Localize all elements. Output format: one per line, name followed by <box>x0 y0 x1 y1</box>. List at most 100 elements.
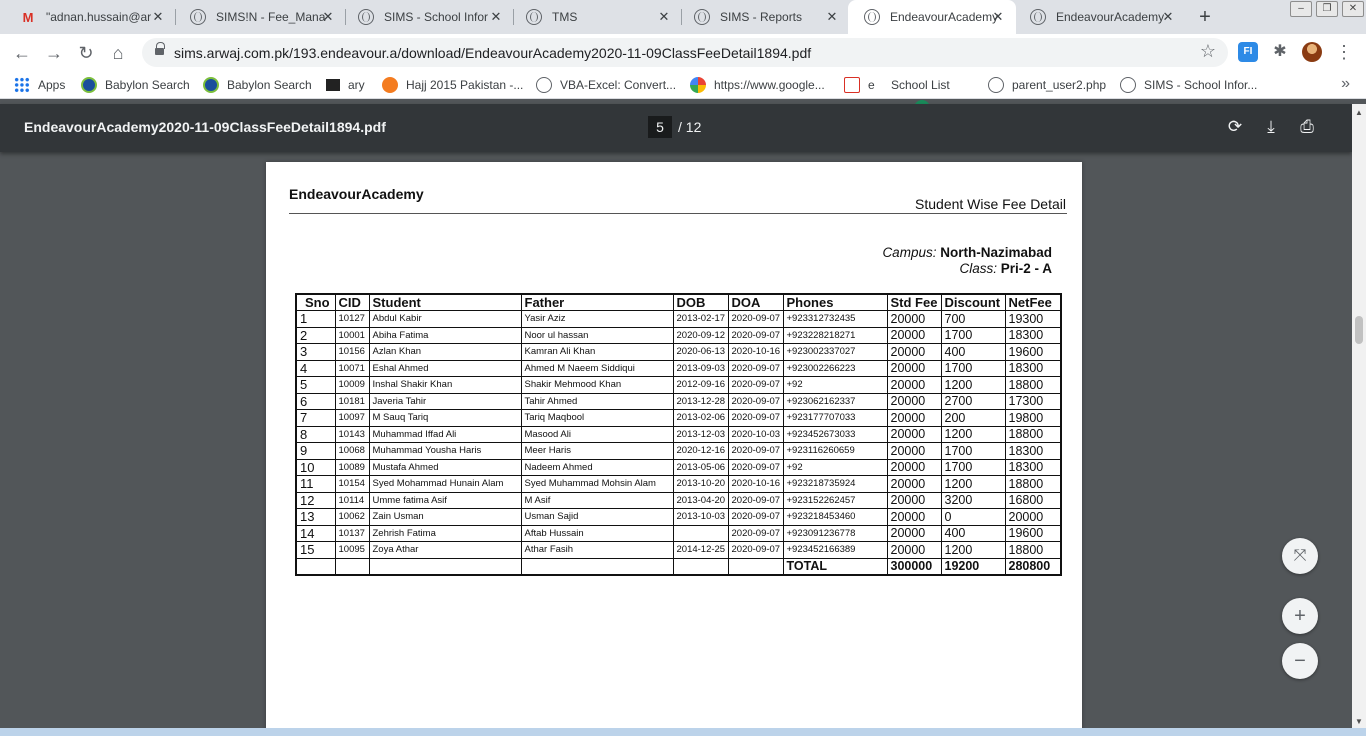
lock-icon[interactable] <box>155 42 165 56</box>
extension-fi-icon[interactable]: FI <box>1238 42 1258 62</box>
total-net-fee: 280800 <box>1004 557 1062 576</box>
profile-avatar[interactable] <box>1302 42 1322 62</box>
zoom-in-button[interactable]: + <box>1282 598 1318 634</box>
table-row: 10 10089 Mustafa Ahmed Nadeem Ahmed 2013-05-… <box>295 458 1062 476</box>
dob-cell: 2013-10-03 <box>672 508 729 526</box>
bookmark-label: ary <box>348 78 365 92</box>
tab-gmail[interactable]: M "adnan.hussain@ar ✕ <box>4 0 176 34</box>
bookmark-school-list[interactable]: School List <box>891 76 950 116</box>
bookmark-babylon-2[interactable]: Babylon Search <box>203 76 312 94</box>
tab-close-icon[interactable]: ✕ <box>1160 9 1176 25</box>
tab-close-icon[interactable]: ✕ <box>824 9 840 25</box>
rotate-icon[interactable]: ⟳ <box>1225 117 1245 137</box>
discount-cell: 1700 <box>940 326 1006 344</box>
address-bar[interactable]: sims.arwaj.com.pk/193.endeavour.a/downlo… <box>142 38 1228 67</box>
bookmarks-overflow-icon[interactable]: » <box>1341 75 1350 93</box>
bookmark-parent-user[interactable]: parent_user2.php <box>988 76 1106 94</box>
babylon-icon <box>81 77 97 93</box>
tv-icon <box>326 79 340 91</box>
discount-cell: 1200 <box>940 475 1006 493</box>
tab-sims-fee[interactable]: SIMS!N - Fee_Mana ✕ <box>174 0 346 34</box>
table-row: 2 10001 Abiha Fatima Noor ul hassan 2020-09-… <box>295 326 1062 344</box>
bookmark-google[interactable]: https://www.google... <box>690 76 825 94</box>
gmail-icon: M <box>22 9 34 25</box>
discount-cell: 1700 <box>940 359 1006 377</box>
forward-button[interactable]: → <box>40 39 68 67</box>
bookmark-vba[interactable]: VBA-Excel: Convert... <box>536 76 676 94</box>
tab-tms[interactable]: TMS ✕ <box>510 0 682 34</box>
tab-close-icon[interactable]: ✕ <box>150 9 166 25</box>
print-icon[interactable]: ⎙ <box>1297 117 1317 137</box>
browser-menu-icon[interactable]: ⋮ <box>1334 42 1354 62</box>
doa-cell: 2020-09-07 <box>727 508 784 526</box>
bookmark-hajj[interactable]: Hajj 2015 Pakistan -... <box>382 76 523 94</box>
zoom-out-button[interactable]: − <box>1282 643 1318 679</box>
bookmark-e[interactable]: e <box>844 76 875 94</box>
fit-page-button[interactable]: ⤧ <box>1282 538 1318 574</box>
bookmark-ary[interactable]: ary <box>326 76 365 94</box>
cid-cell: 10062 <box>334 508 370 526</box>
net-fee-cell: 18800 <box>1004 541 1062 559</box>
page-number-input[interactable]: 5 <box>648 116 672 138</box>
dob-cell: 2013-09-03 <box>672 359 729 377</box>
table-row: 5 10009 Inshal Shakir Khan Shakir Mehmood K… <box>295 376 1062 394</box>
globe-icon <box>526 9 542 25</box>
tab-sims-school[interactable]: SIMS - School Infor ✕ <box>342 0 514 34</box>
restore-button[interactable]: ❐ <box>1316 1 1338 17</box>
url-text[interactable]: sims.arwaj.com.pk/193.endeavour.a/downlo… <box>174 45 811 61</box>
father-cell: Aftab Hussain <box>520 524 674 542</box>
std-fee-cell: 20000 <box>886 458 942 476</box>
table-row: 3 10156 Azlan Khan Kamran Ali Khan 2020-06-1… <box>295 343 1062 361</box>
download-icon[interactable]: ⤓ <box>1261 117 1281 137</box>
doa-cell: 2020-09-07 <box>727 458 784 476</box>
close-window-button[interactable]: ✕ <box>1342 1 1364 17</box>
discount-cell: 1700 <box>940 458 1006 476</box>
scroll-up-icon[interactable]: ▲ <box>1355 108 1363 117</box>
bookmark-sims-school[interactable]: SIMS - School Infor... <box>1120 76 1257 94</box>
tab-strip: M "adnan.hussain@ar ✕ SIMS!N - Fee_Mana … <box>0 0 1366 34</box>
tab-close-icon[interactable]: ✕ <box>320 9 336 25</box>
reload-button[interactable]: ↻ <box>72 39 100 67</box>
table-row: 12 10114 Umme fatima Asif M Asif 2013-04-20 2… <box>295 491 1062 509</box>
vertical-scrollbar[interactable]: ▲ ▼ <box>1352 104 1366 728</box>
sno-cell: 7 <box>295 409 336 427</box>
column-header: Sno <box>295 293 336 311</box>
table-row: 6 10181 Javeria Tahir Tahir Ahmed 2013-12-28… <box>295 392 1062 410</box>
doa-cell: 2020-09-07 <box>727 376 784 394</box>
phones-cell: +923116260659 <box>782 442 888 460</box>
bookmark-star-icon[interactable]: ☆ <box>1200 41 1216 62</box>
discount-cell: 3200 <box>940 491 1006 509</box>
student-cell: M Sauq Tariq <box>368 409 522 427</box>
column-header: Father <box>520 293 674 311</box>
bookmark-apps[interactable]: Apps <box>14 76 65 94</box>
tab-close-icon[interactable]: ✕ <box>990 9 1006 25</box>
scrollbar-thumb[interactable] <box>1355 316 1363 344</box>
google-icon <box>690 77 706 93</box>
student-cell: Abdul Kabir <box>368 310 522 328</box>
apps-grid-icon <box>14 77 30 93</box>
cid-cell: 10181 <box>334 392 370 410</box>
phones-cell: +92 <box>782 458 888 476</box>
std-fee-cell: 20000 <box>886 376 942 394</box>
dob-cell: 2012-09-16 <box>672 376 729 394</box>
tab-endeavour[interactable]: EndeavourAcademy ✕ <box>1014 0 1186 34</box>
sno-cell: 2 <box>295 326 336 344</box>
total-row: TOTAL 300000 19200 280800 <box>295 557 1062 576</box>
minimize-button[interactable]: – <box>1290 1 1312 17</box>
tab-close-icon[interactable]: ✕ <box>656 9 672 25</box>
scroll-down-icon[interactable]: ▼ <box>1355 717 1363 726</box>
extensions-puzzle-icon[interactable]: ✱ <box>1270 42 1290 62</box>
father-cell: Yasir Aziz <box>520 310 674 328</box>
doa-cell: 2020-09-07 <box>727 541 784 559</box>
tab-endeavour-active[interactable]: EndeavourAcademy ✕ <box>848 0 1016 34</box>
bookmark-babylon-1[interactable]: Babylon Search <box>81 76 190 94</box>
sno-cell: 14 <box>295 524 336 542</box>
doa-cell: 2020-09-07 <box>727 326 784 344</box>
back-button[interactable]: ← <box>8 39 36 67</box>
new-tab-button[interactable]: + <box>1194 6 1216 28</box>
home-button[interactable]: ⌂ <box>104 39 132 67</box>
net-fee-cell: 20000 <box>1004 508 1062 526</box>
tab-sims-reports[interactable]: SIMS - Reports ✕ <box>678 0 850 34</box>
tab-close-icon[interactable]: ✕ <box>488 9 504 25</box>
std-fee-cell: 20000 <box>886 310 942 328</box>
